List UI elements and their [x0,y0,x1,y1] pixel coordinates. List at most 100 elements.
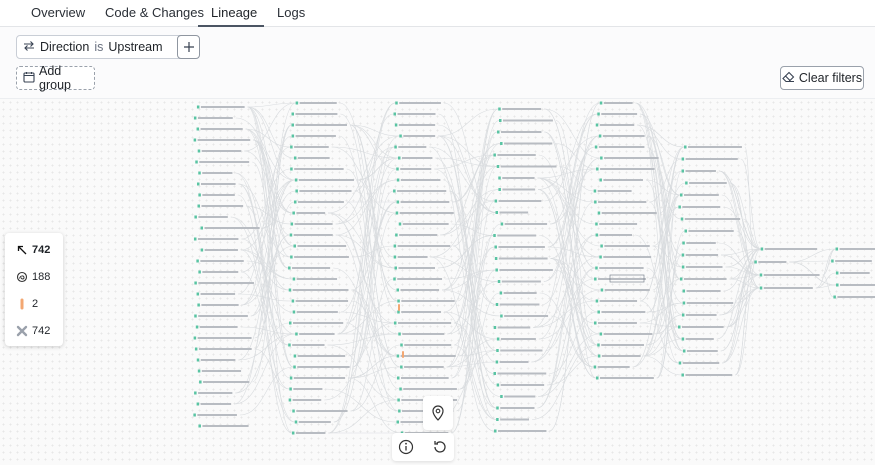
lineage-node[interactable] [196,358,236,362]
lineage-node[interactable] [398,332,445,336]
lineage-node[interactable] [194,215,228,219]
lineage-node[interactable] [292,277,338,281]
lineage-node[interactable] [399,387,457,391]
lineage-node[interactable] [496,418,530,421]
tab-lineage[interactable]: Lineage [211,5,257,20]
lineage-node[interactable] [493,153,536,157]
lineage-node[interactable] [291,112,338,116]
lineage-node[interactable] [193,336,252,340]
lineage-node[interactable] [293,200,344,204]
lineage-node[interactable] [679,277,727,281]
lineage-node[interactable] [396,376,449,380]
lineage-node[interactable] [681,265,723,269]
lineage-node[interactable] [493,326,531,329]
lineage-node[interactable] [288,266,331,270]
lineage-node[interactable] [682,301,734,305]
lineage-node[interactable] [194,391,233,395]
lineage-node[interactable] [682,349,718,353]
lineage-node[interactable] [681,253,719,257]
lineage-node[interactable] [597,211,657,215]
lineage-node[interactable] [494,429,547,433]
lineage-node[interactable] [196,259,244,263]
lineage-node[interactable] [596,167,655,171]
lineage-node[interactable] [595,299,638,303]
info-button[interactable] [395,436,417,458]
lineage-node[interactable] [200,226,260,230]
lineage-node[interactable] [394,266,436,270]
lineage-node[interactable] [197,369,242,373]
lineage-node[interactable] [194,347,252,351]
lineage-node[interactable] [496,383,545,387]
lineage-node[interactable] [290,145,329,149]
lineage-node[interactable] [295,189,352,193]
lineage-node[interactable] [397,310,442,314]
lineage-node[interactable] [681,337,714,341]
lineage-node[interactable] [289,376,346,380]
lineage-node[interactable] [500,314,549,318]
lineage-node[interactable] [597,310,646,314]
lineage-node[interactable] [495,211,529,214]
lineage-node[interactable] [497,130,542,134]
lineage-node[interactable] [595,266,644,270]
lineage-node[interactable] [396,178,441,182]
lineage-node[interactable] [295,101,337,105]
lineage-node[interactable] [393,112,436,116]
tab-logs[interactable]: Logs [277,5,305,20]
lineage-node[interactable] [500,222,548,226]
lineage-node[interactable] [193,138,251,142]
lineage-node[interactable] [678,205,721,209]
lineage-node[interactable] [396,167,432,171]
lineage-node[interactable] [396,288,440,292]
lineage-node[interactable] [499,291,537,295]
lineage-node[interactable] [833,295,875,299]
lineage-node[interactable] [395,233,438,237]
lineage-node[interactable] [196,127,243,131]
lineage-node[interactable] [495,303,540,306]
lineage-node[interactable] [493,372,547,375]
lineage-node[interactable] [291,431,326,435]
lineage-node[interactable] [496,165,557,168]
tab-code-and-changes[interactable]: Code & Changes [105,5,204,20]
lineage-node[interactable] [682,241,716,245]
lineage-node[interactable] [198,171,233,175]
lineage-node[interactable] [760,247,818,251]
lineage-node[interactable] [194,281,254,285]
lineage-node[interactable] [498,176,535,180]
lineage-node[interactable] [291,299,349,303]
lineage-node[interactable] [594,277,646,281]
lineage-node[interactable] [199,380,250,384]
lineage-node[interactable] [196,292,236,296]
lineage-node[interactable] [495,268,553,272]
lineage-node[interactable] [759,273,820,277]
lineage-node[interactable] [290,167,344,171]
lineage-node[interactable] [398,222,449,226]
lineage-node[interactable] [194,314,248,318]
lineage-node[interactable] [288,398,322,402]
lineage-node[interactable] [396,354,456,358]
lineage-node[interactable] [400,365,444,369]
lineage-node[interactable] [498,188,536,191]
lineage-node[interactable] [496,406,535,410]
lineage-node[interactable] [595,233,633,237]
lineage-node[interactable] [293,365,350,369]
lineage-node[interactable] [593,365,630,369]
lineage-node[interactable] [682,289,721,293]
lineage-node[interactable] [293,156,330,160]
lineage-node[interactable] [681,169,716,173]
lineage-node[interactable] [293,244,347,248]
lineage-node[interactable] [198,270,239,274]
lineage-node[interactable] [500,395,536,398]
lineage-node[interactable] [393,321,452,325]
lineage-node[interactable] [836,283,875,287]
lineage-node[interactable] [600,244,650,248]
lineage-node[interactable] [291,134,336,138]
lineage-node[interactable] [493,234,537,237]
lineage-node[interactable] [196,402,232,406]
lineage-node[interactable] [397,156,433,160]
lineage-node[interactable] [394,145,427,149]
lineage-node[interactable] [291,123,347,127]
lineage-node[interactable] [684,229,734,233]
lineage-node[interactable] [400,343,452,347]
lineage-node[interactable] [290,222,333,226]
lineage-node[interactable] [196,182,236,186]
